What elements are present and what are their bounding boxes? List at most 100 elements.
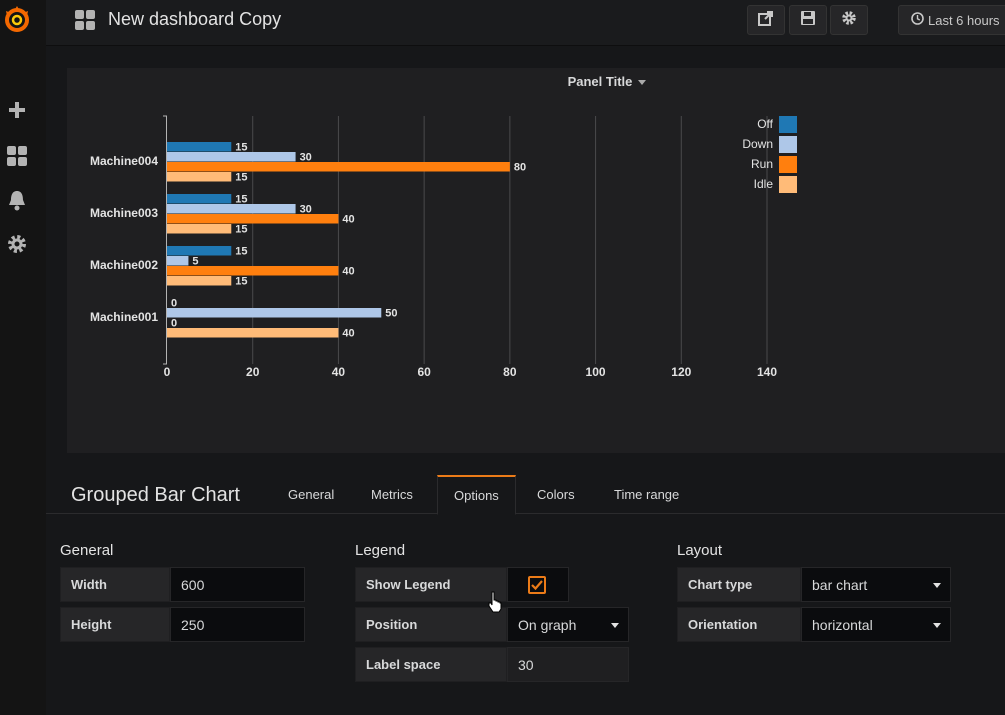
bar [167,194,232,204]
bar-value-label: 80 [514,162,526,174]
width-label: Width [60,567,170,602]
bar [167,246,232,256]
bar [167,142,232,152]
layout-section-title: Layout [677,542,723,559]
height-row: Height 250 [60,607,305,642]
x-tick-label: 120 [671,365,691,379]
orientation-row: Orientation horizontal [677,607,951,642]
general-section-title: General [60,542,114,559]
clock-icon [911,12,924,28]
legend-swatch [779,136,797,153]
panel-editor-header: Grouped Bar Chart General Metrics Option… [46,460,1005,515]
category-label: Machine002 [90,258,158,272]
height-label: Height [60,607,170,642]
show-legend-checkbox[interactable] [507,567,569,602]
x-tick-label: 60 [417,365,431,379]
tab-time-range[interactable]: Time range [598,475,695,514]
save-icon [800,10,816,31]
configuration-gear-icon[interactable] [6,233,28,255]
tab-options[interactable]: Options [437,475,516,515]
bar-value-label: 15 [235,142,247,154]
width-row: Width 600 [60,567,305,602]
top-navbar: New dashboard Copy Last 6 hours [46,0,1005,46]
legend-swatch [779,156,797,173]
x-tick-label: 40 [332,365,346,379]
legend-label: Idle [754,177,774,191]
legend-label: Run [751,157,773,171]
dashboard-title[interactable]: New dashboard Copy [108,9,281,30]
legend-swatch [779,176,797,193]
label-space-row: Label space 30 [355,647,629,682]
alerting-bell-icon[interactable] [6,189,28,211]
bar-value-label: 0 [171,298,177,310]
dashboards-grid-icon[interactable] [6,145,28,167]
chart-type-label: Chart type [677,567,801,602]
x-tick-label: 100 [586,365,606,379]
checkmark-icon [528,575,546,594]
width-input[interactable]: 600 [170,567,305,602]
legend-section-title: Legend [355,542,406,559]
bar-value-label: 15 [235,172,247,184]
bar-value-label: 15 [235,246,247,258]
sidebar [0,0,46,715]
bar-value-label: 15 [235,224,247,236]
chart-type-row: Chart type bar chart [677,567,951,602]
legend-label: Down [742,137,773,151]
tab-general[interactable]: General [272,475,350,514]
grouped-bar-chart: 0 20 40 60 80 100 120 140 Machine004 15 30 80 15 Mach… [90,115,797,379]
bar-value-label: 30 [300,204,312,216]
chart-type-select[interactable]: bar chart [801,567,951,602]
gear-icon [841,10,857,31]
x-tick-label: 20 [246,365,260,379]
bar [167,266,339,276]
category-label: Machine001 [90,310,158,324]
category-label: Machine003 [90,206,158,220]
hand-cursor-icon [487,591,503,618]
bar [167,328,339,338]
bar-value-label: 50 [385,308,397,320]
grafana-logo-icon[interactable] [3,5,31,33]
create-plus-icon[interactable] [6,99,28,121]
label-space-label: Label space [355,647,507,682]
share-button[interactable] [747,5,785,35]
category-label: Machine004 [90,154,158,168]
orientation-select[interactable]: horizontal [801,607,951,642]
share-icon [758,10,774,31]
dashboard-grid-icon[interactable] [75,10,95,30]
tab-colors[interactable]: Colors [521,475,591,514]
settings-button[interactable] [830,5,868,35]
chevron-down-icon [933,583,941,588]
position-label: Position [355,607,507,642]
legend-swatch [779,116,797,133]
bar-value-label: 40 [342,328,354,340]
bar [167,152,296,162]
bar-value-label: 30 [300,152,312,164]
bar-value-label: 15 [235,276,247,288]
legend-label: Off [757,117,773,131]
tab-metrics[interactable]: Metrics [355,475,429,514]
label-space-input[interactable]: 30 [507,647,629,682]
bar [167,214,339,224]
save-dashboard-button[interactable] [789,5,827,35]
height-input[interactable]: 250 [170,607,305,642]
x-tick-label: 140 [757,365,777,379]
bar [167,224,232,234]
chevron-down-icon [611,623,619,628]
editor-title: Grouped Bar Chart [71,484,240,506]
x-tick-label: 80 [503,365,517,379]
position-select[interactable]: On graph [507,607,629,642]
graph-panel: Panel Title 0 20 40 60 80 100 120 140 Machine004… [67,68,1005,453]
show-legend-row: Show Legend [355,567,569,602]
bar [167,162,510,172]
bar-value-label: 40 [342,266,354,278]
bar-value-label: 40 [342,214,354,226]
bar-value-label: 0 [171,318,177,330]
bar [167,204,296,214]
time-picker-button[interactable]: Last 6 hours [898,5,1005,35]
bar [167,256,189,266]
chevron-down-icon [933,623,941,628]
bar-value-label: 5 [192,256,198,268]
bar-value-label: 15 [235,194,247,206]
show-legend-label: Show Legend [355,567,507,602]
time-range-label: Last 6 hours [928,12,1000,28]
